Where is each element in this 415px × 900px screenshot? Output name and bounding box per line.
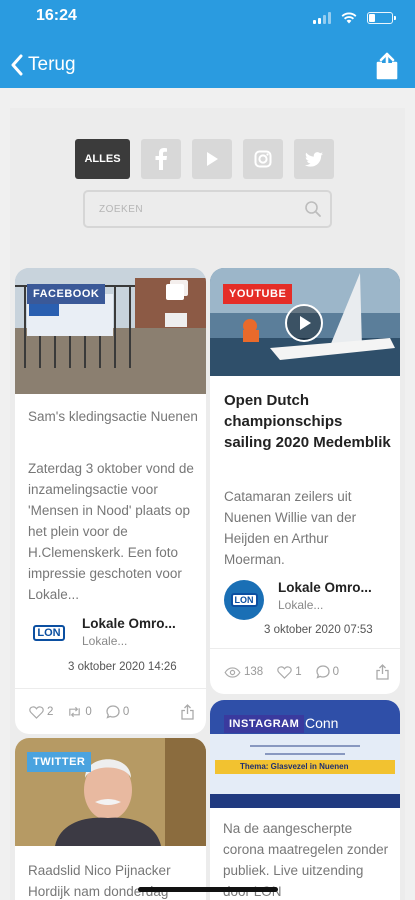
comment-count: 0: [332, 666, 339, 678]
post-actions: 138 1 0: [224, 664, 389, 680]
post-image: INSTAGRAM Conn Thema: Glasvezel in Nuene…: [210, 700, 400, 808]
post-image: TWITTER: [15, 738, 206, 846]
filter-instagram-button[interactable]: [243, 139, 283, 179]
facebook-icon: [155, 148, 167, 170]
flyer-caption: Thema: Glasvezel in Nuenen: [240, 762, 349, 771]
eye-icon: [224, 666, 241, 678]
search-icon[interactable]: [304, 200, 322, 218]
status-icons: [313, 12, 396, 24]
post-date: 3 oktober 2020 14:26: [68, 661, 177, 673]
heart-icon: [29, 705, 44, 719]
source-badge: INSTAGRAM: [224, 715, 305, 733]
divider: [210, 648, 400, 649]
search-input[interactable]: [99, 201, 289, 217]
battery-icon: [367, 12, 396, 24]
retweet-icon: [69, 706, 81, 718]
share-icon[interactable]: [181, 704, 194, 720]
twitter-icon: [305, 151, 323, 167]
post-video-thumbnail[interactable]: YOUTUBE: [210, 268, 400, 376]
filter-youtube-button[interactable]: [192, 139, 232, 179]
post-actions: 2 0 0: [29, 704, 194, 720]
filter-twitter-button[interactable]: [294, 139, 334, 179]
post-author[interactable]: LON Lokale Omro... Lokale...: [224, 580, 372, 620]
divider: [15, 688, 206, 689]
play-icon: [300, 316, 311, 330]
post-title: Sam's kledingsactie Nuenen: [28, 409, 198, 424]
avatar: LON: [32, 616, 66, 650]
post-card-facebook[interactable]: FACEBOOK Sam's kledingsactie Nuenen Zate…: [15, 268, 206, 734]
play-button[interactable]: [285, 304, 323, 342]
view-count: 138: [244, 666, 264, 678]
youtube-icon: [207, 152, 218, 166]
post-date: 3 oktober 2020 07:53: [264, 624, 373, 636]
like-action[interactable]: 1: [277, 665, 302, 679]
source-badge: TWITTER: [27, 752, 92, 772]
author-handle: Lokale...: [82, 634, 128, 648]
retweet-count: 0: [85, 706, 92, 718]
post-text: Catamaran zeilers uit Nuenen Willie van …: [224, 489, 357, 567]
views-indicator: 138: [224, 666, 263, 678]
heart-icon: [277, 665, 292, 679]
lon-logo: LON: [230, 593, 258, 607]
source-badge: YOUTUBE: [223, 284, 293, 304]
post-card-instagram[interactable]: INSTAGRAM Conn Thema: Glasvezel in Nuene…: [210, 700, 400, 900]
lon-logo: LON: [33, 625, 65, 641]
filter-all-button[interactable]: ALLES: [75, 139, 130, 179]
post-card-twitter[interactable]: TWITTER Raadslid Nico Pijnacker Hordijk …: [15, 738, 206, 900]
search-box: [83, 190, 332, 228]
post-author[interactable]: LON Lokale Omro... Lokale...: [32, 616, 176, 650]
comment-count: 0: [122, 706, 130, 718]
author-handle: Lokale...: [278, 598, 324, 612]
like-count: 1: [295, 666, 302, 678]
app-header: 16:24 Terug: [0, 0, 415, 88]
back-label: Terug: [28, 54, 76, 75]
comment-icon: [106, 705, 120, 719]
source-badge: FACEBOOK: [27, 284, 106, 304]
back-button[interactable]: Terug: [10, 54, 76, 76]
filter-facebook-button[interactable]: [141, 139, 181, 179]
status-time: 16:24: [36, 7, 77, 24]
comment-icon: [315, 665, 330, 679]
instagram-icon: [254, 150, 272, 168]
post-image: FACEBOOK: [15, 268, 206, 394]
retweet-action[interactable]: 0: [67, 706, 92, 718]
share-icon[interactable]: [376, 664, 389, 680]
wifi-icon: [341, 12, 357, 24]
post-card-youtube[interactable]: YOUTUBE Open Dutch championschips sailin…: [210, 268, 400, 694]
share-icon[interactable]: [375, 52, 399, 80]
author-name: Lokale Omro...: [82, 616, 176, 631]
like-action[interactable]: 2: [29, 705, 54, 719]
post-text: Raadslid Nico Pijnacker Hordijk nam dond…: [28, 863, 171, 899]
post-text: Zaterdag 3 oktober vond de inzamelingsac…: [28, 461, 194, 602]
social-wall: ALLES ZOEKEN FACEBOOK Sam's kledingsacti…: [10, 108, 405, 900]
author-name: Lokale Omro...: [278, 580, 372, 595]
post-title: Open Dutch championschips sailing 2020 M…: [224, 392, 391, 451]
avatar: LON: [224, 580, 264, 620]
comment-action[interactable]: 0: [315, 665, 339, 679]
chevron-left-icon: [11, 54, 23, 76]
gallery-icon: [166, 280, 188, 300]
comment-action[interactable]: 0: [106, 705, 129, 719]
like-count: 2: [47, 706, 54, 718]
filter-bar: ALLES: [75, 139, 334, 179]
flyer-heading: Conn: [305, 715, 339, 731]
signal-icon: [313, 12, 331, 24]
home-indicator: [138, 887, 278, 892]
